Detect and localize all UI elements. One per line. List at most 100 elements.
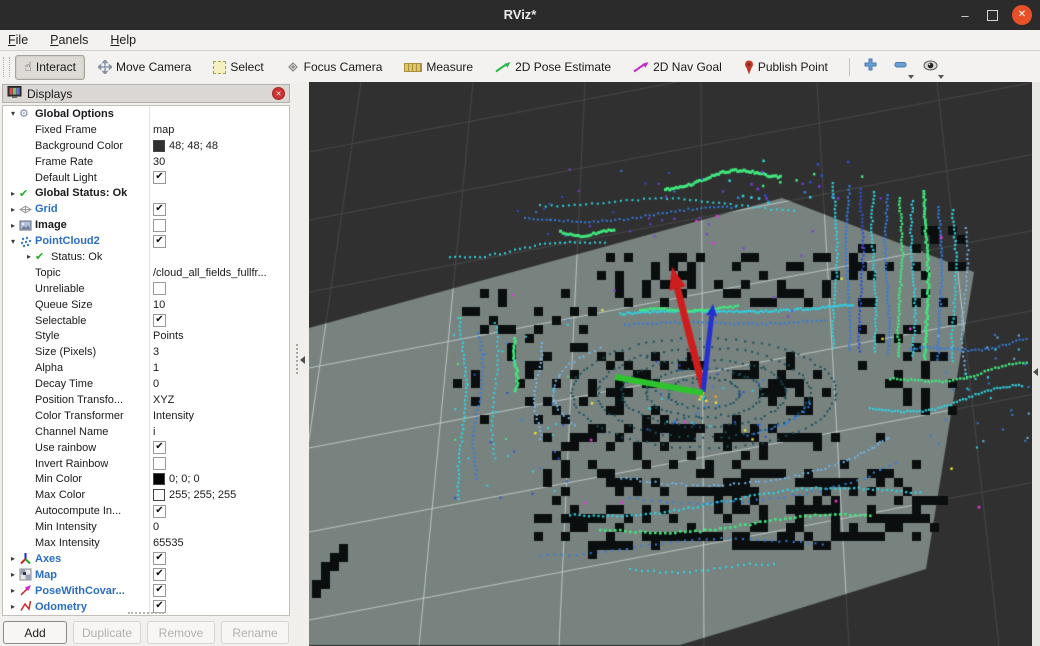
remove-button[interactable]: Remove <box>147 621 215 644</box>
display-property-row[interactable]: ▸✔Status: Ok <box>3 249 289 265</box>
property-value[interactable]: 65535 <box>153 537 287 549</box>
checkbox[interactable]: ✔ <box>153 552 166 565</box>
display-property-row[interactable]: ▸✔Global Status: Ok <box>3 185 289 201</box>
property-value[interactable]: Points <box>153 330 287 342</box>
display-property-row[interactable]: ▸Axes✔ <box>3 551 289 567</box>
expand-arrow-icon[interactable]: ▸ <box>7 602 19 611</box>
checkbox[interactable]: ✔ <box>153 314 166 327</box>
close-button[interactable]: ✕ <box>1012 5 1032 25</box>
plus-tool-button[interactable] <box>858 56 884 79</box>
display-property-row[interactable]: Invert Rainbow <box>3 456 289 472</box>
tool-2d-nav-goal[interactable]: 2D Nav Goal <box>624 55 731 80</box>
property-value[interactable]: /cloud_all_fields_fullfr... <box>153 267 287 279</box>
splitter-collapse-icon[interactable] <box>300 356 305 364</box>
display-property-row[interactable]: Autocompute In...✔ <box>3 503 289 519</box>
property-value[interactable]: 10 <box>153 299 287 311</box>
checkbox[interactable] <box>153 282 166 295</box>
property-value[interactable] <box>153 282 287 295</box>
panel-splitter[interactable] <box>292 82 309 646</box>
property-value[interactable]: ✔ <box>153 235 287 248</box>
checkbox[interactable]: ✔ <box>153 584 166 597</box>
display-property-row[interactable]: Channel Namei <box>3 424 289 440</box>
expand-arrow-icon[interactable]: ▾ <box>7 237 19 246</box>
display-property-row[interactable]: ▾⚙Global Options <box>3 106 289 122</box>
menu-help[interactable]: Help <box>110 33 136 47</box>
display-property-row[interactable]: Min Intensity0 <box>3 519 289 535</box>
property-value[interactable]: 3 <box>153 346 287 358</box>
toolbar-drag-handle[interactable] <box>3 57 10 77</box>
property-value[interactable]: 0; 0; 0 <box>153 473 287 485</box>
expand-arrow-icon[interactable]: ▸ <box>7 205 19 214</box>
display-property-row[interactable]: Decay Time0 <box>3 376 289 392</box>
display-property-row[interactable]: StylePoints <box>3 328 289 344</box>
display-property-row[interactable]: Alpha1 <box>3 360 289 376</box>
expand-arrow-icon[interactable]: ▸ <box>7 221 19 230</box>
property-value[interactable]: ✔ <box>153 584 287 597</box>
expand-arrow-icon[interactable]: ▸ <box>7 586 19 595</box>
property-value[interactable]: 30 <box>153 156 287 168</box>
property-value[interactable]: ✔ <box>153 314 287 327</box>
display-property-row[interactable]: Frame Rate30 <box>3 154 289 170</box>
tool-measure[interactable]: Measure <box>395 55 482 80</box>
property-value[interactable]: ✔ <box>153 441 287 454</box>
tool-select[interactable]: Select <box>204 55 272 80</box>
property-value[interactable]: ✔ <box>153 552 287 565</box>
property-value[interactable]: XYZ <box>153 394 287 406</box>
dropdown-caret-icon[interactable] <box>938 75 944 79</box>
checkbox[interactable]: ✔ <box>153 568 166 581</box>
right-panel-splitter[interactable] <box>1032 82 1040 646</box>
menu-file[interactable]: File <box>8 33 28 47</box>
display-property-row[interactable]: Fixed Framemap <box>3 122 289 138</box>
display-property-row[interactable]: ▸Image <box>3 217 289 233</box>
display-property-row[interactable]: ▸Grid✔ <box>3 201 289 217</box>
eye-tool-button[interactable] <box>918 56 944 79</box>
expand-arrow-icon[interactable]: ▾ <box>7 109 19 118</box>
tool-publish-point[interactable]: Publish Point <box>735 55 837 80</box>
property-value[interactable]: ✔ <box>153 568 287 581</box>
property-value[interactable] <box>153 457 287 470</box>
minus-tool-button[interactable] <box>888 56 914 79</box>
menu-panels[interactable]: Panels <box>50 33 88 47</box>
display-property-row[interactable]: Queue Size10 <box>3 297 289 313</box>
maximize-button[interactable] <box>987 10 998 21</box>
display-property-row[interactable]: Selectable✔ <box>3 313 289 329</box>
expand-arrow-icon[interactable]: ▸ <box>23 252 35 261</box>
right-splitter-collapse-icon[interactable] <box>1033 368 1038 376</box>
tool-focus-camera[interactable]: Focus Camera <box>277 55 392 80</box>
property-value[interactable]: i <box>153 426 287 438</box>
checkbox[interactable] <box>153 219 166 232</box>
property-value[interactable]: Intensity <box>153 410 287 422</box>
display-property-row[interactable]: Topic/cloud_all_fields_fullfr... <box>3 265 289 281</box>
dropdown-caret-icon[interactable] <box>908 75 914 79</box>
expand-arrow-icon[interactable]: ▸ <box>7 554 19 563</box>
property-value[interactable]: ✔ <box>153 171 287 184</box>
property-value[interactable]: ✔ <box>153 600 287 613</box>
panel-resize-grip[interactable] <box>128 612 164 618</box>
checkbox[interactable]: ✔ <box>153 441 166 454</box>
display-property-row[interactable]: Color TransformerIntensity <box>3 408 289 424</box>
display-property-row[interactable]: ▸PoseWithCovar...✔ <box>3 583 289 599</box>
tool-interact[interactable]: ☝Interact <box>15 55 85 80</box>
duplicate-button[interactable]: Duplicate <box>73 621 141 644</box>
minimize-button[interactable]: – <box>957 8 973 23</box>
display-property-row[interactable]: Min Color0; 0; 0 <box>3 471 289 487</box>
property-value[interactable]: 255; 255; 255 <box>153 489 287 501</box>
property-value[interactable]: 48; 48; 48 <box>153 140 287 152</box>
display-property-row[interactable]: Use rainbow✔ <box>3 440 289 456</box>
display-property-row[interactable]: Max Intensity65535 <box>3 535 289 551</box>
display-property-row[interactable]: Max Color255; 255; 255 <box>3 487 289 503</box>
checkbox[interactable]: ✔ <box>153 235 166 248</box>
title-bar[interactable]: RViz* – ✕ <box>0 0 1040 30</box>
property-value[interactable] <box>153 219 287 232</box>
add-button[interactable]: Add <box>3 621 67 644</box>
display-property-row[interactable]: Unreliable <box>3 281 289 297</box>
displays-close-icon[interactable]: ✕ <box>272 87 285 100</box>
property-value[interactable]: 0 <box>153 378 287 390</box>
property-value[interactable]: 0 <box>153 521 287 533</box>
property-value[interactable]: ✔ <box>153 505 287 518</box>
display-property-row[interactable]: Size (Pixels)3 <box>3 344 289 360</box>
checkbox[interactable]: ✔ <box>153 171 166 184</box>
expand-arrow-icon[interactable]: ▸ <box>7 189 19 198</box>
checkbox[interactable]: ✔ <box>153 203 166 216</box>
tool-move-camera[interactable]: Move Camera <box>89 55 200 80</box>
